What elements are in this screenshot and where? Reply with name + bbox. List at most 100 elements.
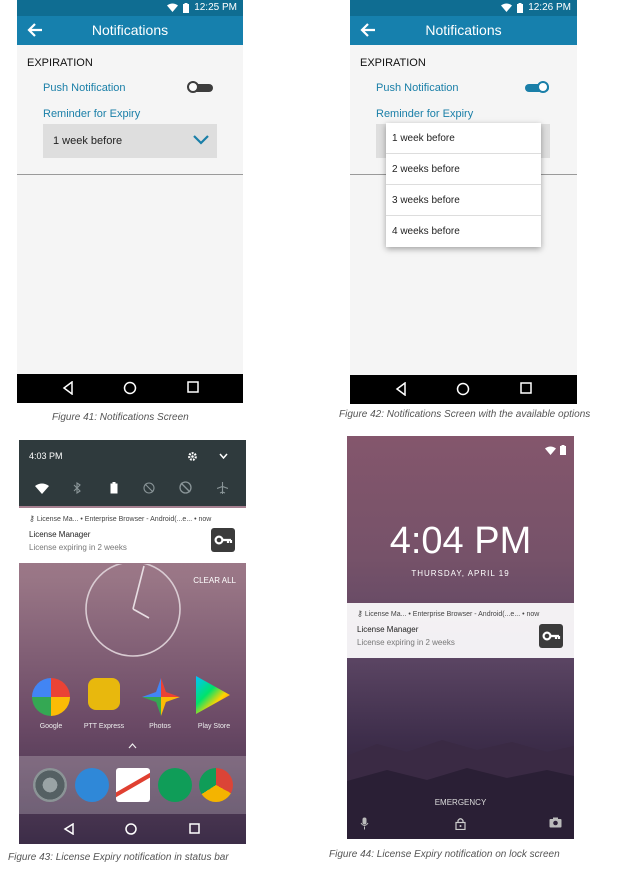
menu-item[interactable]: 4 weeks before xyxy=(386,216,541,247)
clock-time: 4:03 PM xyxy=(29,451,63,461)
menu-item[interactable]: 3 weeks before xyxy=(386,185,541,216)
nav-back-icon[interactable] xyxy=(63,823,75,835)
notification-meta: ⚷ License Ma... • Enterprise Browser - A… xyxy=(357,609,539,618)
app-dock xyxy=(19,756,246,814)
license-notification[interactable]: ⚷ License Ma... • Enterprise Browser - A… xyxy=(19,508,246,563)
notification-title: License Manager xyxy=(357,625,419,634)
caption-fig42: Figure 42: Notifications Screen with the… xyxy=(339,409,591,420)
bluetooth-icon[interactable] xyxy=(73,482,81,494)
app-label-play-store: Play Store xyxy=(197,723,231,730)
nav-home-icon[interactable] xyxy=(125,823,137,835)
notification-title: License Manager xyxy=(29,530,91,539)
fig41-phone: 12:25 PM Notifications EXPIRATION Push N… xyxy=(17,0,243,403)
caption-fig41: Figure 41: Notifications Screen xyxy=(52,412,189,423)
battery-icon xyxy=(560,445,566,455)
key-icon-tile xyxy=(539,624,563,648)
app-label-ptt-express: PTT Express xyxy=(83,723,125,730)
notification-meta-text: License Ma... • Enterprise Browser - And… xyxy=(36,516,212,523)
battery-icon xyxy=(183,2,190,13)
chevron-down-icon xyxy=(193,135,209,145)
nav-recents-icon[interactable] xyxy=(520,382,532,394)
menu-item[interactable]: 2 weeks before xyxy=(386,154,541,185)
notification-meta-text: License Ma... • Enterprise Browser - And… xyxy=(364,611,540,618)
nav-recents-icon[interactable] xyxy=(187,381,199,393)
section-heading: EXPIRATION xyxy=(360,57,426,69)
wifi-icon xyxy=(167,3,179,12)
wifi-icon xyxy=(545,446,556,455)
app-label-photos: Photos xyxy=(149,723,171,730)
nav-home-icon[interactable] xyxy=(123,381,137,395)
lock-clock-time: 4:04 PM xyxy=(389,520,532,562)
push-notification-toggle[interactable] xyxy=(187,81,215,95)
section-heading: EXPIRATION xyxy=(27,57,93,69)
fig44-lock-screen: 4:04 PM THURSDAY, APRIL 19 ⚷ License Ma.… xyxy=(347,436,574,839)
status-time: 12:25 PM xyxy=(194,2,237,13)
status-bar: 12:26 PM xyxy=(350,0,577,16)
status-time: 12:26 PM xyxy=(528,2,571,13)
play-store-icon[interactable] xyxy=(196,676,230,714)
key-icon xyxy=(214,535,233,545)
fig42-phone: 12:26 PM Notifications EXPIRATION Push N… xyxy=(350,0,577,404)
app-bar: Notifications xyxy=(350,16,577,45)
push-notification-label: Push Notification xyxy=(43,82,126,94)
battery-icon xyxy=(517,2,524,13)
wifi-icon[interactable] xyxy=(35,483,49,494)
reminder-label: Reminder for Expiry xyxy=(376,108,474,120)
nav-back-icon[interactable] xyxy=(395,382,407,396)
toggle-knob xyxy=(187,81,199,93)
key-icon: ⚷ xyxy=(29,514,35,523)
nav-recents-icon[interactable] xyxy=(189,823,200,834)
push-notification-toggle[interactable] xyxy=(523,81,551,95)
notification-body: License expiring in 2 weeks xyxy=(357,638,455,647)
page-title: Notifications xyxy=(91,22,169,38)
quick-settings-panel: 4:03 PM xyxy=(19,440,246,506)
emergency-button[interactable]: EMERGENCY xyxy=(347,798,574,807)
chrome-app-icon[interactable] xyxy=(199,768,233,802)
location-off-icon[interactable] xyxy=(179,481,192,494)
settings-app-icon[interactable] xyxy=(33,768,67,802)
notification-body: License expiring in 2 weeks xyxy=(29,543,127,552)
lock-date: THURSDAY, APRIL 19 xyxy=(411,569,510,578)
clear-all-button[interactable]: CLEAR ALL xyxy=(193,576,236,585)
gear-icon[interactable] xyxy=(187,451,198,462)
reminder-value: 1 week before xyxy=(53,135,123,147)
microphone-icon[interactable] xyxy=(360,817,369,830)
license-notification[interactable]: ⚷ License Ma... • Enterprise Browser - A… xyxy=(347,603,574,658)
battery-icon[interactable] xyxy=(110,482,118,494)
push-notification-label: Push Notification xyxy=(376,82,459,94)
airplane-mode-icon[interactable] xyxy=(217,482,228,494)
chevron-up-icon[interactable] xyxy=(128,743,137,749)
do-not-disturb-icon[interactable] xyxy=(143,482,155,494)
lock-icon[interactable] xyxy=(455,817,466,830)
status-bar: 12:25 PM xyxy=(17,0,243,16)
google-folder-icon[interactable] xyxy=(32,678,70,716)
hangouts-app-icon[interactable] xyxy=(158,768,192,802)
key-icon-tile xyxy=(211,528,235,552)
analog-clock-widget xyxy=(85,564,181,657)
nav-bar xyxy=(17,374,243,403)
key-icon: ⚷ xyxy=(357,609,363,618)
reminder-label: Reminder for Expiry xyxy=(43,108,141,120)
ptt-express-icon[interactable] xyxy=(88,678,120,710)
camera-icon[interactable] xyxy=(549,817,562,828)
nav-bar xyxy=(350,375,577,404)
key-icon xyxy=(542,631,561,641)
photos-icon[interactable] xyxy=(142,678,180,716)
notification-meta: ⚷ License Ma... • Enterprise Browser - A… xyxy=(29,514,211,523)
nav-back-icon[interactable] xyxy=(62,381,74,395)
reminder-options-menu: 1 week before 2 weeks before 3 weeks bef… xyxy=(386,123,541,247)
contacts-app-icon[interactable] xyxy=(75,768,109,802)
caption-fig44: Figure 44: License Expiry notification o… xyxy=(329,849,560,860)
divider xyxy=(17,174,243,175)
menu-item[interactable]: 1 week before xyxy=(386,123,541,154)
app-bar: Notifications xyxy=(17,16,243,45)
app-label-google: Google xyxy=(39,723,63,730)
chevron-down-icon[interactable] xyxy=(219,453,228,460)
nav-home-icon[interactable] xyxy=(456,382,470,396)
reminder-select[interactable]: 1 week before xyxy=(43,124,217,158)
nav-bar xyxy=(19,814,246,844)
gmail-app-icon[interactable] xyxy=(116,768,150,802)
fig43-notification-shade: 4:03 PM ⚷ License Ma... • Enterprise Bro… xyxy=(19,440,246,844)
page-title: Notifications xyxy=(425,22,502,38)
caption-fig43: Figure 43: License Expiry notification i… xyxy=(8,852,229,863)
